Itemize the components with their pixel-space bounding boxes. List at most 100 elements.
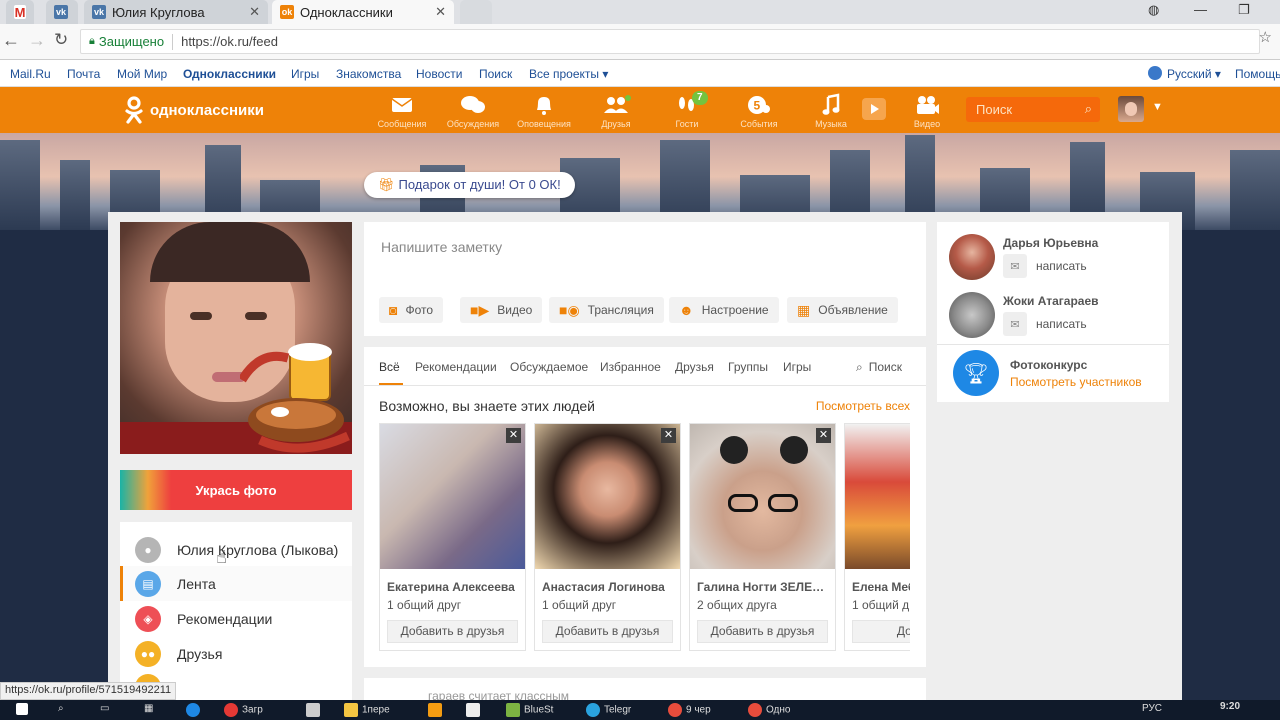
write-message-button[interactable]: ✉ написать	[1003, 312, 1087, 336]
close-icon[interactable]: ✕	[506, 428, 521, 443]
feed-tab-groups[interactable]: Группы	[728, 360, 768, 374]
feed-search-button[interactable]: ⌕ Поиск	[856, 360, 902, 375]
link-igry[interactable]: Игры	[291, 67, 319, 81]
person-photo[interactable]	[380, 424, 525, 569]
online-user[interactable]: Дарья Юрьевна ✉ написать	[949, 234, 1159, 284]
note-broadcast-button[interactable]: ■◉ Трансляция	[549, 297, 664, 323]
nav-item-feed[interactable]: ▤ Лента	[120, 566, 352, 601]
link-mailru[interactable]: Mail.Ru	[10, 67, 51, 81]
person-card[interactable]: ✕ Екатерина Алексеева 1 общий друг Добав…	[379, 423, 526, 651]
reload-icon[interactable]: ↻	[54, 30, 68, 50]
link-all-projects[interactable]: Все проекты ▾	[529, 67, 608, 81]
language-select[interactable]: Русский ▾	[1167, 67, 1221, 81]
note-input-placeholder[interactable]: Напишите заметку	[381, 239, 502, 255]
add-friend-button[interactable]: Добавить в друзья	[697, 620, 828, 643]
taskbar-bluestacks[interactable]: BlueSt	[506, 703, 553, 720]
add-friend-button[interactable]: Добавить в друзья	[387, 620, 518, 643]
nav-item-profile[interactable]: ● Юлия Круглова (Лыкова)	[120, 532, 352, 567]
user-name[interactable]: Жоки Атагараев	[1003, 294, 1099, 308]
toolbar-guests[interactable]: 7 Гости	[652, 91, 722, 129]
person-card[interactable]: ✕ Галина Ногти ЗЕЛЕ… 2 общих друга Добав…	[689, 423, 836, 651]
new-tab-button[interactable]	[460, 0, 492, 24]
tab-vk[interactable]: vk	[46, 0, 78, 24]
note-mood-button[interactable]: ☻ Настроение	[669, 297, 779, 323]
view-participants-link[interactable]: Посмотреть участников	[1010, 375, 1142, 389]
link-help[interactable]: Помощь	[1235, 67, 1280, 81]
person-name[interactable]: Елена Меб	[852, 580, 910, 594]
person-name[interactable]: Екатерина Алексеева	[387, 580, 521, 594]
decorate-photo-button[interactable]: Укрась фото	[120, 470, 352, 510]
link-poisk[interactable]: Поиск	[479, 67, 512, 81]
toolbar-events[interactable]: 5 События	[724, 93, 794, 129]
tab-odnoklassniki[interactable]: ok Одноклассники ✕	[272, 0, 454, 24]
toolbar-messages[interactable]: Сообщения	[367, 93, 437, 129]
tab-profile[interactable]: vk Юлия Круглова ✕	[84, 0, 268, 24]
toolbar-music[interactable]: Музыка	[796, 93, 866, 129]
input-language[interactable]: РУС	[1142, 703, 1162, 720]
task-view-icon[interactable]: ▭	[100, 703, 109, 720]
trophy-icon[interactable]: 🏆︎	[953, 350, 999, 396]
person-photo[interactable]	[690, 424, 835, 569]
person-card[interactable]: Елена Меб 1 общий д Добави	[844, 423, 910, 651]
avatar[interactable]	[949, 234, 995, 280]
feed-tab-discussed[interactable]: Обсуждаемое	[510, 360, 588, 374]
online-user[interactable]: Жоки Атагараев ✉ написать	[949, 292, 1159, 342]
nav-item-recommendations[interactable]: ◈ Рекомендации	[120, 601, 352, 636]
avatar[interactable]	[1118, 96, 1144, 122]
close-icon[interactable]: ✕	[816, 428, 831, 443]
toolbar-friends[interactable]: Друзья	[581, 93, 651, 129]
add-friend-button[interactable]: Добави	[852, 620, 910, 643]
person-photo[interactable]	[845, 424, 910, 569]
toolbar-notifications[interactable]: Оповещения	[509, 93, 579, 129]
taskbar-opera[interactable]: Загр	[224, 703, 263, 720]
write-message-button[interactable]: ✉ написать	[1003, 254, 1087, 278]
person-name[interactable]: Галина Ногти ЗЕЛЕ…	[697, 580, 831, 594]
link-novosti[interactable]: Новости	[416, 67, 462, 81]
minimize-icon[interactable]: —	[1194, 2, 1207, 17]
toolbar-video[interactable]: Видео	[892, 93, 962, 129]
url-field[interactable]: 🔒︎ Защищено https://ok.ru/feed	[80, 29, 1260, 54]
note-video-button[interactable]: ■▶ Видео	[460, 297, 543, 323]
taskbar-folder[interactable]: 1пере	[344, 703, 390, 720]
taskbar-app[interactable]	[428, 703, 446, 720]
taskbar-app[interactable]	[466, 703, 484, 720]
photo-contest-title[interactable]: Фотоконкурс	[1010, 358, 1087, 372]
back-arrow-icon[interactable]: ←	[2, 30, 20, 51]
close-icon[interactable]: ✕	[435, 4, 446, 20]
close-icon[interactable]: ✕	[661, 428, 676, 443]
gift-promo-pill[interactable]: 🎁︎ Подарок от души! От 0 ОК!	[364, 172, 575, 198]
clock-time[interactable]: 9:20	[1220, 701, 1240, 718]
person-photo[interactable]	[535, 424, 680, 569]
site-search-input[interactable]: Поиск ⌕	[966, 97, 1100, 122]
chevron-down-icon[interactable]: ▼	[1152, 101, 1163, 113]
tab-gmail[interactable]: M	[6, 0, 34, 24]
see-all-link[interactable]: Посмотреть всех	[816, 399, 910, 413]
user-profile-icon[interactable]: ◍	[1148, 2, 1159, 18]
avatar[interactable]	[949, 292, 995, 338]
taskbar-telegram[interactable]: Telegr	[586, 703, 631, 720]
feed-tab-favorites[interactable]: Избранное	[600, 360, 661, 374]
note-photo-button[interactable]: ◙ Фото	[379, 297, 444, 323]
ok-logo[interactable]: одноклассники	[124, 96, 264, 124]
feed-tab-games[interactable]: Игры	[783, 360, 811, 374]
feed-tab-recommendations[interactable]: Рекомендации	[415, 360, 497, 374]
link-moy-mir[interactable]: Мой Мир	[117, 67, 167, 81]
ie-icon[interactable]	[186, 703, 204, 720]
person-card[interactable]: ✕ Анастасия Логинова 1 общий друг Добави…	[534, 423, 681, 651]
person-name[interactable]: Анастасия Логинова	[542, 580, 676, 594]
taskbar-chrome[interactable]: 9 чер	[668, 703, 711, 720]
link-pochta[interactable]: Почта	[67, 67, 100, 81]
user-name[interactable]: Дарья Юрьевна	[1003, 236, 1098, 250]
taskbar-chrome-ok[interactable]: Одно	[748, 703, 790, 720]
toolbar-discussions[interactable]: Обсуждения	[438, 93, 508, 129]
close-icon[interactable]: ✕	[249, 4, 260, 20]
calculator-icon[interactable]: ▦	[144, 703, 153, 720]
play-video-button[interactable]	[862, 98, 886, 120]
nav-item-friends[interactable]: ●● Друзья	[120, 636, 352, 671]
feed-tab-friends[interactable]: Друзья	[675, 360, 714, 374]
forward-arrow-icon[interactable]: →	[28, 30, 46, 51]
search-icon[interactable]: ⌕	[58, 703, 64, 720]
taskbar-store[interactable]	[306, 703, 324, 720]
feed-tab-all[interactable]: Всё	[379, 360, 400, 374]
link-znakomstva[interactable]: Знакомства	[336, 67, 401, 81]
